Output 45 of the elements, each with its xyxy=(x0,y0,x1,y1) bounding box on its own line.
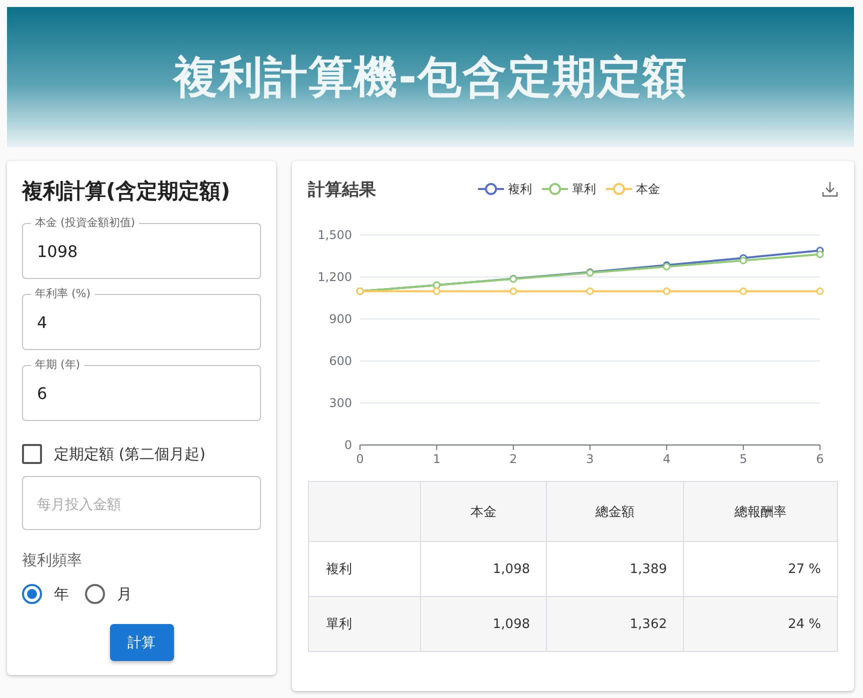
point xyxy=(740,256,748,264)
legend-item[interactable]: 單利 xyxy=(542,180,596,198)
point xyxy=(432,288,440,296)
point xyxy=(662,288,670,296)
page-title: 複利計算機-包含定期定額 xyxy=(173,50,688,104)
legend-item[interactable]: 複利 xyxy=(478,180,532,198)
axis-label: 5 xyxy=(740,452,748,466)
axis-label: 4 xyxy=(662,452,670,466)
download-icon[interactable] xyxy=(822,181,838,197)
axis-label: 2 xyxy=(510,452,518,466)
axis-label: 900 xyxy=(329,312,352,326)
table-header-cell: 本金 xyxy=(420,482,546,542)
table-cell: 1,362 xyxy=(546,596,684,652)
radio-option[interactable]: 月 xyxy=(85,584,132,604)
axis-label: 1,500 xyxy=(318,228,352,242)
point xyxy=(816,288,824,296)
table-header-cell: 總金額 xyxy=(546,482,684,542)
results-title: 計算結果 xyxy=(308,178,377,200)
table-cell: 1,098 xyxy=(420,596,546,652)
radio-option[interactable]: 年 xyxy=(22,584,69,604)
axis-label: 300 xyxy=(329,396,352,410)
point xyxy=(510,288,518,296)
field-label: 年期 (年) xyxy=(31,357,84,372)
axis-label: 0 xyxy=(344,438,352,452)
point xyxy=(586,288,594,296)
axis-label: 1,200 xyxy=(318,270,352,284)
point xyxy=(740,288,748,296)
axis-label: 0 xyxy=(356,452,364,466)
point xyxy=(816,250,824,258)
axis-label: 600 xyxy=(329,354,352,368)
axis-label: 6 xyxy=(816,452,824,466)
regular-checkbox[interactable]: 定期定額 (第二個月起) xyxy=(22,444,261,464)
frequency-label: 複利頻率 xyxy=(22,551,83,570)
legend-item[interactable]: 本金 xyxy=(606,180,660,198)
table-cell: 24 % xyxy=(684,596,838,652)
table-header-cell: 總報酬率 xyxy=(684,482,838,542)
axis-label: 3 xyxy=(586,452,594,466)
field-label: 年利率 (%) xyxy=(31,286,95,301)
input-field[interactable]: 每月投入金額 xyxy=(22,476,261,530)
calculate-button[interactable]: 計算 xyxy=(110,624,174,661)
form-title: 複利計算(含定期定額) xyxy=(22,178,232,205)
axis-label: 1 xyxy=(432,452,440,466)
checkbox-icon[interactable] xyxy=(22,444,42,464)
field-label: 本金 (投資金額初值) xyxy=(31,215,140,230)
table-cell: 單利 xyxy=(308,596,420,652)
